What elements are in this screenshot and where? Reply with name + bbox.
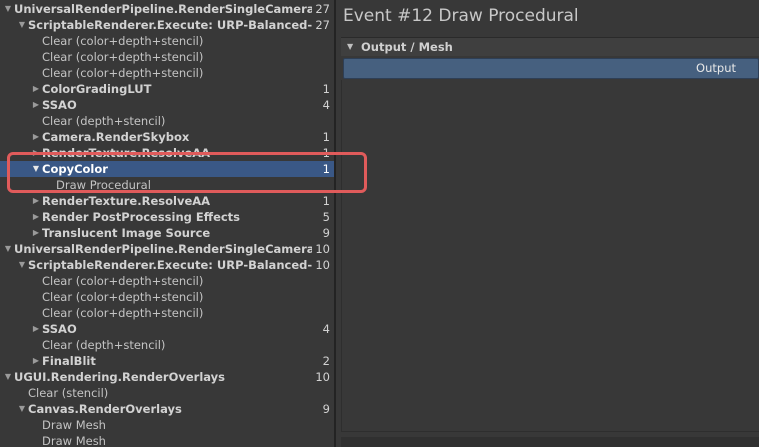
tree-row-label: UGUI.Rendering.RenderOverlays [14, 370, 226, 384]
bottom-strip [341, 437, 759, 447]
event-detail-panel: Event #12 Draw Procedural ▼ Output / Mes… [336, 0, 759, 447]
tree-row-count: 27 [315, 18, 330, 32]
chevron-down-icon[interactable]: ▼ [2, 241, 14, 257]
chevron-down-icon[interactable]: ▼ [16, 17, 28, 33]
tree-row-label: Clear (stencil) [28, 386, 109, 400]
tree-row[interactable]: Draw Mesh [0, 417, 334, 433]
tree-row-label: FinalBlit [42, 354, 96, 368]
tree-row-label: Clear (color+depth+stencil) [42, 34, 204, 48]
tree-row-count: 27 [315, 2, 330, 16]
output-selector[interactable]: Output [343, 58, 759, 79]
tree-row[interactable]: ▼ ScriptableRenderer.Execute: URP-Balance… [0, 17, 334, 33]
output-value: Output [696, 61, 736, 75]
output-mesh-foldout[interactable]: ▼ Output / Mesh [341, 37, 759, 56]
tree-row-label: ColorGradingLUT [42, 82, 152, 96]
tree-row[interactable]: Clear (depth+stencil) [0, 337, 334, 353]
tree-row-count: 2 [322, 354, 330, 368]
tree-row-label: Clear (color+depth+stencil) [42, 66, 204, 80]
frame-debugger-window: ▼ UniversalRenderPipeline.RenderSingleCam… [0, 0, 759, 447]
tree-row[interactable]: ▶ FinalBlit 2 [0, 353, 334, 369]
chevron-down-icon[interactable]: ▼ [16, 257, 28, 273]
tree-row-count: 5 [322, 210, 330, 224]
tree-row[interactable]: ▼ Canvas.RenderOverlays 9 [0, 401, 334, 417]
tree-row[interactable]: Clear (color+depth+stencil) [0, 305, 334, 321]
tree-row[interactable]: ▶ RenderTexture.ResolveAA 1 [0, 193, 334, 209]
tree-row-label: Camera.RenderSkybox [42, 130, 190, 144]
chevron-right-icon[interactable]: ▶ [30, 321, 42, 337]
tree-row[interactable]: Clear (color+depth+stencil) [0, 33, 334, 49]
tree-row-label: Canvas.RenderOverlays [28, 402, 182, 416]
tree-row[interactable]: ▼ UniversalRenderPipeline.RenderSingleCam… [0, 1, 334, 17]
tree-row-count: 1 [322, 194, 330, 208]
tree-row-label: Clear (color+depth+stencil) [42, 50, 204, 64]
tree-row-count: 9 [322, 402, 330, 416]
chevron-down-icon: ▼ [347, 42, 354, 51]
tree-row-label: Clear (depth+stencil) [42, 114, 166, 128]
tree-row-label: Draw Mesh [42, 418, 106, 432]
chevron-right-icon[interactable]: ▶ [30, 209, 42, 225]
tree-row-label: Render PostProcessing Effects [42, 210, 241, 224]
chevron-right-icon[interactable]: ▶ [30, 129, 42, 145]
tree-row-count: 9 [322, 226, 330, 240]
tree-row-label: Clear (color+depth+stencil) [42, 306, 204, 320]
tree-row-count: 1 [322, 82, 330, 96]
tree-row-label: SSAO [42, 322, 77, 336]
tree-row-label: ScriptableRenderer.Execute: URP-Balanced… [28, 18, 312, 32]
tree-row-label: Clear (color+depth+stencil) [42, 274, 204, 288]
tree-row-label: ScriptableRenderer.Execute: URP-Balanced… [28, 258, 312, 272]
chevron-right-icon[interactable]: ▶ [30, 81, 42, 97]
tree-row[interactable]: Clear (color+depth+stencil) [0, 289, 334, 305]
tree-row[interactable]: ▶ SSAO 4 [0, 321, 334, 337]
tree-row[interactable]: Clear (color+depth+stencil) [0, 273, 334, 289]
tree-row-label: UniversalRenderPipeline.RenderSingleCame… [14, 242, 312, 256]
tree-row[interactable]: ▼ ScriptableRenderer.Execute: URP-Balance… [0, 257, 334, 273]
tree-row-label: Draw Mesh [42, 434, 106, 447]
chevron-down-icon[interactable]: ▼ [16, 401, 28, 417]
tree-row[interactable]: Clear (color+depth+stencil) [0, 65, 334, 81]
event-title: Event #12 Draw Procedural [343, 6, 579, 26]
tree-row-label: Clear (color+depth+stencil) [42, 290, 204, 304]
chevron-down-icon[interactable]: ▼ [2, 1, 14, 17]
tree-row-label: Clear (depth+stencil) [42, 338, 166, 352]
tree-row-label: SSAO [42, 98, 77, 112]
tree-row-count: 1 [322, 130, 330, 144]
tree-row[interactable]: ▶ Translucent Image Source 9 [0, 225, 334, 241]
tree-row[interactable]: ▼ UniversalRenderPipeline.RenderSingleCam… [0, 241, 334, 257]
section-label: Output / Mesh [361, 40, 453, 54]
tree-row-count: 10 [315, 370, 330, 384]
tree-row[interactable]: ▶ ColorGradingLUT 1 [0, 81, 334, 97]
tree-row-label: Translucent Image Source [42, 226, 211, 240]
tree-row-count: 4 [322, 322, 330, 336]
chevron-down-icon[interactable]: ▼ [2, 369, 14, 385]
annotation-highlight-box [7, 152, 367, 193]
tree-row[interactable]: ▶ SSAO 4 [0, 97, 334, 113]
chevron-right-icon[interactable]: ▶ [30, 193, 42, 209]
tree-row[interactable]: ▶ Render PostProcessing Effects 5 [0, 209, 334, 225]
detail-body [341, 80, 759, 432]
tree-row-count: 10 [315, 258, 330, 272]
chevron-right-icon[interactable]: ▶ [30, 353, 42, 369]
chevron-right-icon[interactable]: ▶ [30, 97, 42, 113]
tree-row-label: UniversalRenderPipeline.RenderSingleCame… [14, 2, 312, 16]
event-tree-panel[interactable]: ▼ UniversalRenderPipeline.RenderSingleCam… [0, 0, 334, 447]
tree-row[interactable]: ▶ Camera.RenderSkybox 1 [0, 129, 334, 145]
tree-row[interactable]: Clear (stencil) [0, 385, 334, 401]
chevron-right-icon[interactable]: ▶ [30, 225, 42, 241]
tree-row[interactable]: Draw Mesh [0, 433, 334, 447]
tree-row-count: 10 [315, 242, 330, 256]
tree-row[interactable]: Clear (depth+stencil) [0, 113, 334, 129]
tree-row[interactable]: Clear (color+depth+stencil) [0, 49, 334, 65]
tree-row-count: 4 [322, 98, 330, 112]
tree-row[interactable]: ▼ UGUI.Rendering.RenderOverlays 10 [0, 369, 334, 385]
tree-row-label: RenderTexture.ResolveAA [42, 194, 211, 208]
